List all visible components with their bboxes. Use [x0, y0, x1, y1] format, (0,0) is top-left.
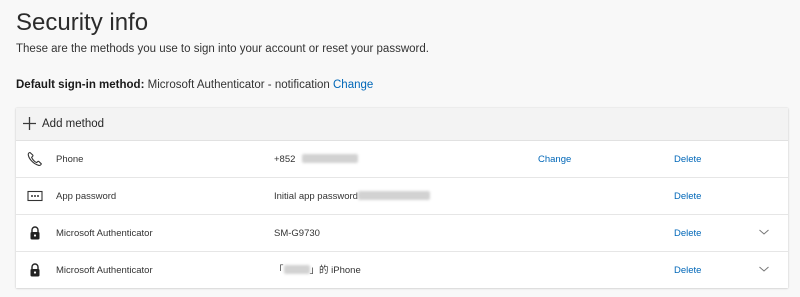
default-method-label: Default sign-in method:	[16, 79, 145, 91]
lock-icon	[30, 263, 40, 277]
redacted-device-owner	[283, 265, 310, 274]
method-detail: +852	[274, 154, 359, 165]
plus-icon	[23, 117, 36, 130]
method-detail: SM-G9730	[274, 228, 320, 239]
change-phone-link[interactable]: Change	[538, 154, 571, 165]
default-method-change-link[interactable]: Change	[333, 79, 373, 91]
add-method-label: Add method	[42, 118, 105, 130]
add-method-button[interactable]: Add method	[16, 108, 788, 141]
phone-icon	[27, 151, 42, 166]
method-name: Microsoft Authenticator	[56, 228, 153, 239]
delete-app-password-link[interactable]: Delete	[674, 191, 701, 202]
method-name: Microsoft Authenticator	[56, 265, 153, 276]
redacted-phone-number	[302, 154, 359, 163]
method-name: App password	[56, 191, 117, 202]
page-title: Security info	[16, 9, 149, 36]
default-method-value: Microsoft Authenticator - notification	[147, 79, 330, 91]
methods-card: Add method Phone +852 Change Delete App …	[16, 108, 788, 288]
method-row-authenticator: Microsoft Authenticator 「」的 iPhone Delet…	[16, 252, 788, 289]
chevron-down-icon[interactable]	[758, 228, 770, 236]
method-row-phone: Phone +852 Change Delete	[16, 141, 788, 178]
delete-authenticator-link[interactable]: Delete	[674, 228, 701, 239]
method-detail: 「」的 iPhone	[274, 265, 361, 276]
method-detail: Initial app password	[274, 191, 430, 202]
page-subtitle: These are the methods you use to sign in…	[16, 43, 429, 55]
redacted-password-name	[357, 191, 430, 200]
method-row-authenticator: Microsoft Authenticator SM-G9730 Delete	[16, 215, 788, 252]
chevron-down-icon[interactable]	[758, 265, 770, 273]
lock-icon	[30, 226, 40, 240]
default-sign-in-method: Default sign-in method: Microsoft Authen…	[16, 78, 373, 92]
method-row-app-password: App password Initial app password Delete	[16, 178, 788, 215]
password-icon	[27, 190, 43, 202]
delete-phone-link[interactable]: Delete	[674, 154, 701, 165]
delete-authenticator-link[interactable]: Delete	[674, 265, 701, 276]
method-name: Phone	[56, 154, 84, 165]
